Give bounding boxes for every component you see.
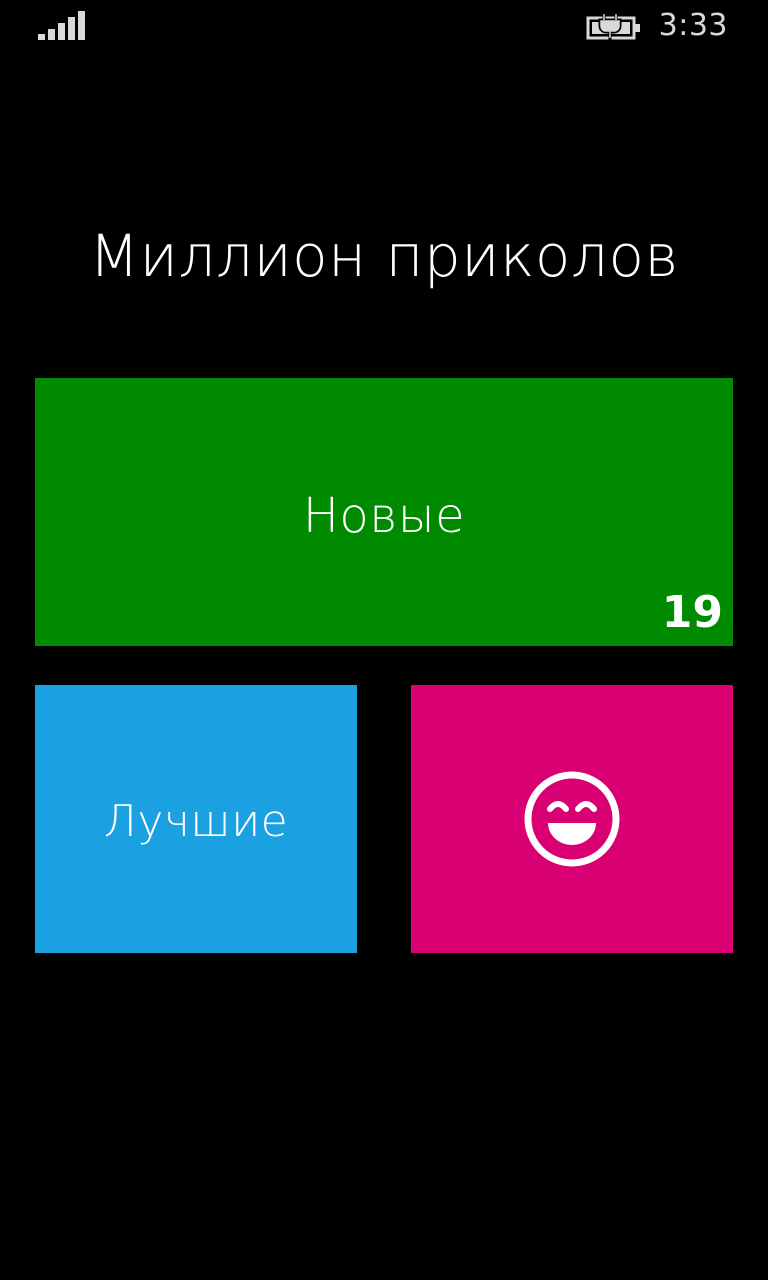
new-jokes-label: Новые xyxy=(302,488,466,544)
app-title: Миллион приколов xyxy=(89,222,679,290)
status-bar: 3:33 xyxy=(0,0,768,56)
new-jokes-count-badge: 19 xyxy=(661,587,723,638)
signal-strength-icon xyxy=(38,11,85,40)
status-time: 3:33 xyxy=(658,8,728,43)
best-jokes-label: Лучшие xyxy=(103,795,289,847)
battery-charging-icon xyxy=(586,14,640,40)
best-jokes-tile[interactable]: Лучшие xyxy=(35,685,357,953)
laughing-smiley-icon xyxy=(524,771,620,867)
new-jokes-tile[interactable]: Новые 19 xyxy=(35,378,733,646)
random-joke-tile[interactable] xyxy=(411,685,733,953)
